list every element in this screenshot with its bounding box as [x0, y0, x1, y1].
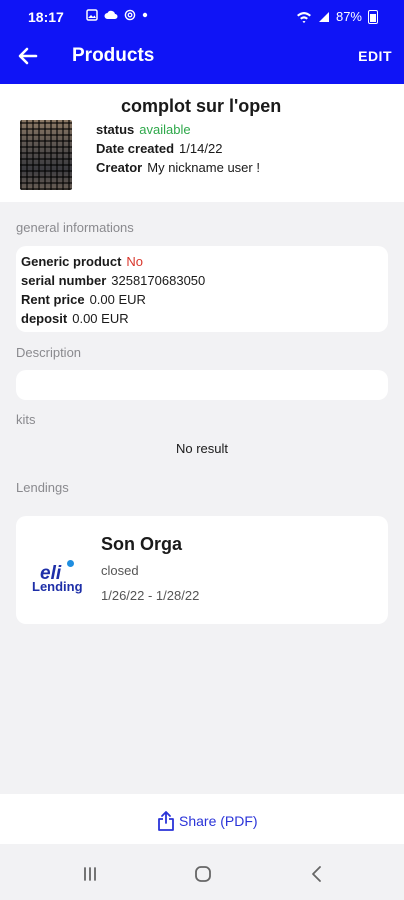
- creator-value: My nickname user !: [147, 160, 260, 175]
- serial-row: serial number 3258170683050: [21, 273, 205, 288]
- general-info-card: Generic product No serial number 325817068…: [16, 246, 388, 332]
- generic-label: Generic product: [21, 254, 122, 269]
- recent-apps-icon[interactable]: [75, 860, 105, 888]
- lending-dates: 1/26/22 - 1/28/22: [101, 588, 200, 603]
- system-indicators: 87%: [296, 9, 378, 24]
- kits-section-label: kits: [16, 412, 36, 427]
- deposit-label: deposit: [21, 311, 68, 326]
- back-nav-icon[interactable]: [302, 860, 332, 888]
- status-bar: 18:17 87%: [0, 0, 404, 34]
- date-label: Date created: [96, 141, 175, 156]
- edit-button[interactable]: EDIT: [358, 48, 392, 64]
- rent-label: Rent price: [21, 292, 85, 307]
- product-image: [20, 120, 72, 190]
- system-nav-bar: [0, 844, 404, 900]
- date-value: 1/14/22: [179, 141, 223, 156]
- description-field: [16, 370, 388, 400]
- rent-row: Rent price 0.00 EUR: [21, 292, 146, 307]
- status-time: 18:17: [28, 9, 64, 25]
- battery-icon: [368, 9, 378, 24]
- app-header: 18:17 87% Products EDIT: [0, 0, 404, 84]
- dot-icon: [142, 12, 148, 18]
- kits-empty-text: No result: [175, 441, 229, 456]
- generic-value: No: [126, 254, 144, 269]
- battery-percent: 87%: [335, 9, 362, 24]
- general-section-label: general informations: [16, 220, 134, 235]
- deposit-value: 0.00 EUR: [72, 311, 129, 326]
- serial-label: serial number: [21, 273, 107, 288]
- logo-dot: [67, 560, 74, 567]
- share-pdf-button[interactable]: Share (PDF): [157, 810, 258, 832]
- generic-row: Generic product No: [21, 254, 143, 269]
- cloud-icon: [104, 10, 118, 19]
- creator-label: Creator: [96, 160, 143, 175]
- product-summary: complot sur l'open status available Date …: [0, 84, 404, 202]
- lending-title: Son Orga: [101, 534, 183, 554]
- date-row: Date created 1/14/22: [96, 141, 222, 156]
- eli-lending-logo: eli Lending: [30, 560, 110, 595]
- share-bar: Share (PDF): [0, 794, 404, 844]
- share-label: Share (PDF): [179, 813, 258, 829]
- lendings-section-label: Lendings: [16, 480, 69, 495]
- deposit-row: deposit 0.00 EUR: [21, 311, 129, 326]
- signal-icon: [318, 11, 329, 22]
- back-arrow-icon[interactable]: [14, 42, 42, 70]
- status-row: status available: [96, 122, 191, 137]
- product-title: complot sur l'open: [121, 96, 282, 116]
- home-icon[interactable]: [188, 860, 218, 888]
- status-label: status: [96, 122, 135, 137]
- lending-status: closed: [101, 563, 139, 578]
- rent-value: 0.00 EUR: [89, 292, 146, 307]
- lending-card[interactable]: eli Lending Son Orga closed 1/26/22 - 1/…: [16, 516, 388, 624]
- description-section-label: Description: [16, 345, 82, 360]
- page-title: Products: [72, 45, 155, 66]
- share-icon: [158, 811, 174, 831]
- serial-value: 3258170683050: [111, 273, 206, 288]
- at-sign-icon: [124, 9, 136, 21]
- gallery-icon: [86, 9, 98, 21]
- status-value: available: [139, 122, 191, 137]
- notification-icons: [86, 9, 148, 21]
- logo-text-bottom: Lending: [32, 579, 83, 594]
- creator-row: Creator My nickname user !: [96, 160, 260, 175]
- wifi-icon: [296, 11, 311, 23]
